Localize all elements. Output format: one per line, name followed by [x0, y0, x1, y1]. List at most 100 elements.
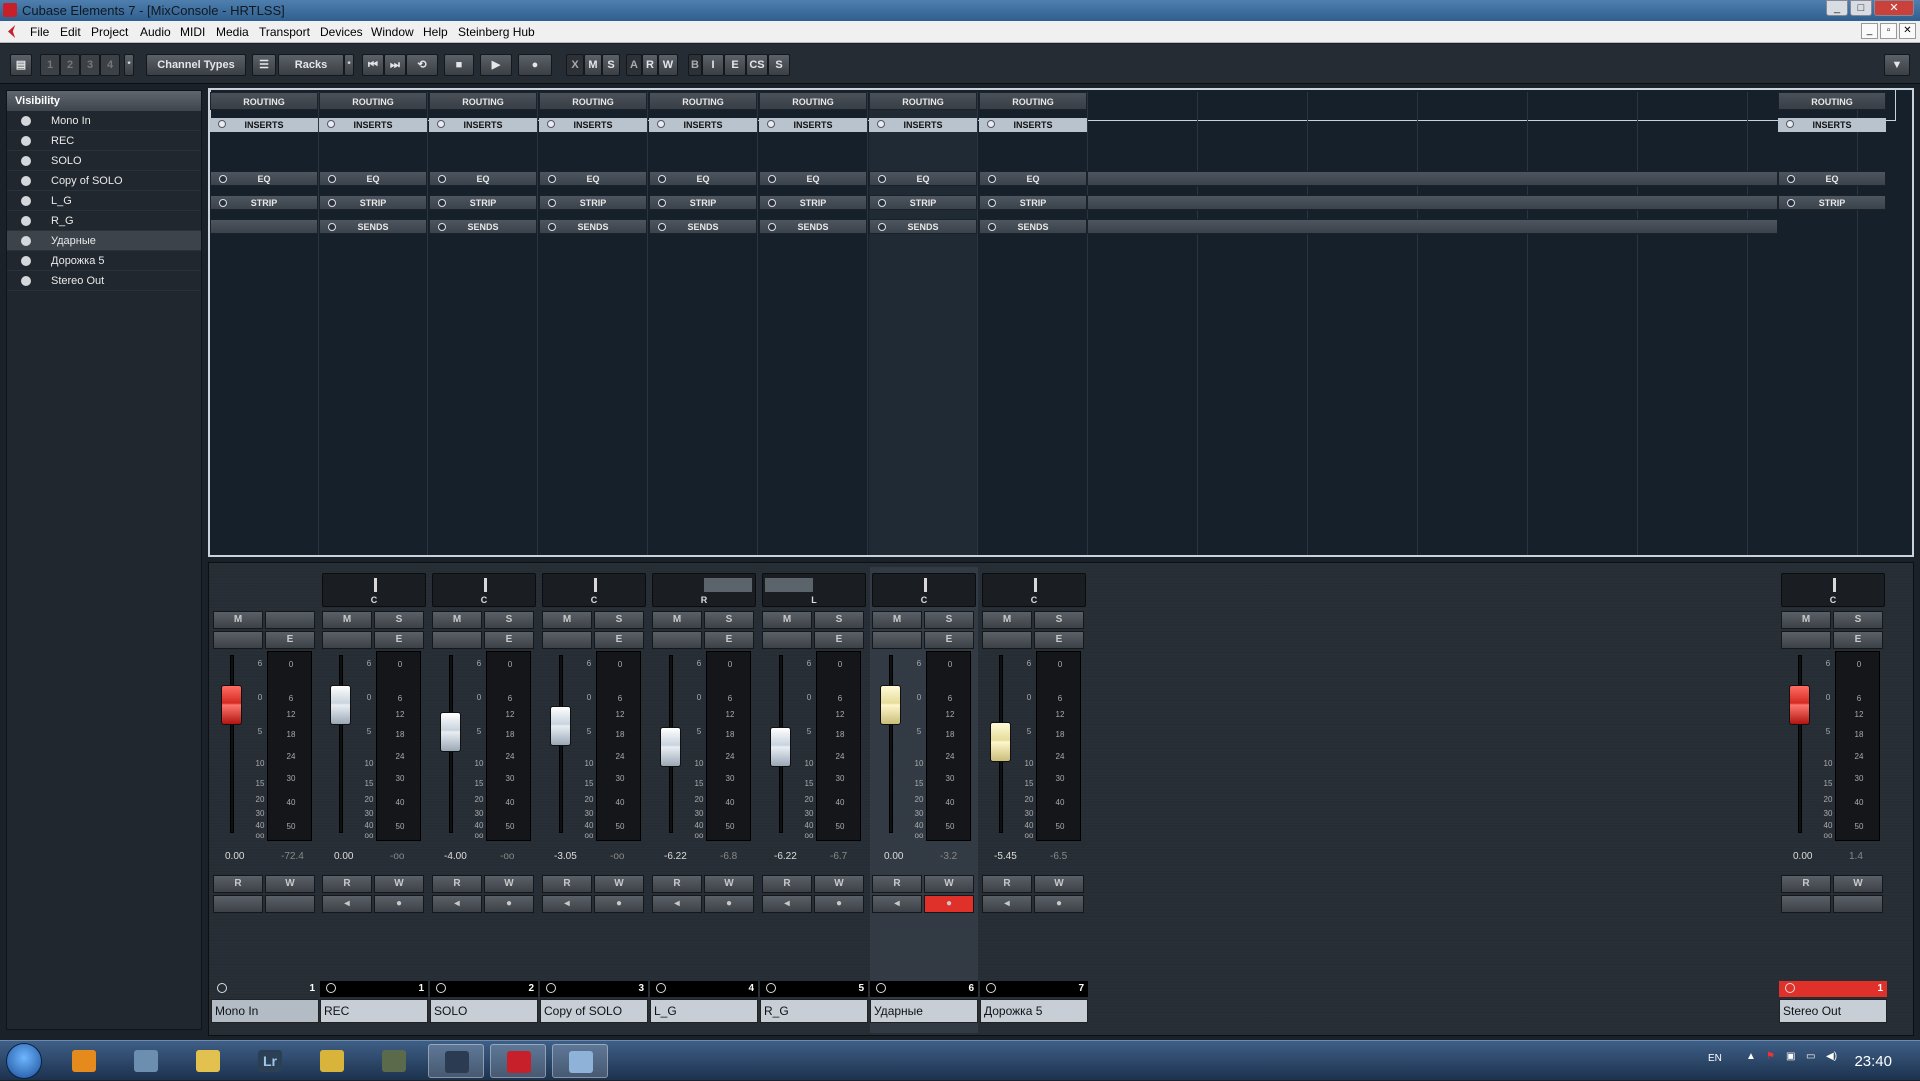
- eq-rack[interactable]: EQ: [979, 171, 1087, 186]
- eq-rack[interactable]: EQ: [319, 171, 427, 186]
- taskbar-chrome-icon[interactable]: [304, 1044, 360, 1078]
- record-enable-button[interactable]: ●: [594, 895, 644, 913]
- read-automation-button[interactable]: R: [1781, 875, 1831, 893]
- strip-bypass-icon[interactable]: [878, 199, 886, 207]
- edit-channel-button[interactable]: E: [704, 631, 754, 649]
- menu-window[interactable]: Window: [371, 25, 414, 39]
- write-automation-button[interactable]: W: [1833, 875, 1883, 893]
- edit-channel-button[interactable]: E: [265, 631, 315, 649]
- channel-number-bar[interactable]: 7: [980, 981, 1088, 997]
- inserts-bypass-icon[interactable]: [657, 120, 665, 128]
- solo-button[interactable]: S: [814, 611, 864, 629]
- volume-fader-handle[interactable]: [550, 705, 571, 746]
- edit-slot-button[interactable]: [432, 631, 482, 649]
- edit-channel-button[interactable]: E: [594, 631, 644, 649]
- read-automation-button[interactable]: R: [652, 875, 702, 893]
- routing-rack[interactable]: ROUTING: [319, 92, 427, 110]
- edit-slot-button[interactable]: [1781, 631, 1831, 649]
- routing-rack[interactable]: ROUTING: [869, 92, 977, 110]
- edit-slot-button[interactable]: [872, 631, 922, 649]
- menu-audio[interactable]: Audio: [140, 25, 171, 39]
- sends-bypass-icon[interactable]: [328, 223, 336, 231]
- inserts-rack[interactable]: INSERTS: [869, 118, 977, 132]
- global-write-button[interactable]: W: [658, 54, 678, 76]
- solo-button[interactable]: S: [484, 611, 534, 629]
- eq-rack[interactable]: EQ: [869, 171, 977, 186]
- mute-button[interactable]: M: [872, 611, 922, 629]
- listen-button[interactable]: ◂: [762, 895, 812, 913]
- stop-icon[interactable]: ■: [444, 54, 474, 76]
- visibility-item[interactable]: Ударные: [7, 231, 201, 251]
- tray-volume-icon[interactable]: ◀): [1826, 1051, 1837, 1062]
- sends-rack[interactable]: SENDS: [979, 219, 1087, 234]
- goto-start-icon[interactable]: ⏮: [362, 54, 384, 76]
- solo-button[interactable]: S: [704, 611, 754, 629]
- record-enable-button[interactable]: [1833, 895, 1883, 913]
- inserts-bypass-icon[interactable]: [767, 120, 775, 128]
- inserts-rack[interactable]: INSERTS: [539, 118, 647, 132]
- solo-button[interactable]: S: [594, 611, 644, 629]
- channel-number-bar[interactable]: 1: [211, 981, 319, 997]
- inserts-bypass-icon[interactable]: [547, 120, 555, 128]
- strip-rack[interactable]: STRIP: [539, 195, 647, 210]
- bypass-sends-button[interactable]: S: [768, 54, 790, 76]
- peak-value[interactable]: -3.2: [940, 851, 957, 862]
- channel-name[interactable]: Ударные: [870, 999, 978, 1023]
- record-enable-button[interactable]: ●: [704, 895, 754, 913]
- record-enable-button[interactable]: ●: [814, 895, 864, 913]
- channel-name[interactable]: L_G: [650, 999, 758, 1023]
- page-star-button[interactable]: *: [124, 54, 134, 76]
- minimize-button[interactable]: _: [1826, 0, 1848, 16]
- write-automation-button[interactable]: W: [1034, 875, 1084, 893]
- strip-rack[interactable]: STRIP: [319, 195, 427, 210]
- taskbar-computer-icon[interactable]: [118, 1044, 174, 1078]
- peak-value[interactable]: -oo: [390, 851, 404, 862]
- record-icon[interactable]: ●: [518, 54, 552, 76]
- visibility-item[interactable]: SOLO: [7, 151, 201, 171]
- bypass-inserts-button[interactable]: I: [702, 54, 724, 76]
- strip-bypass-icon[interactable]: [988, 199, 996, 207]
- volume-fader-handle[interactable]: [221, 685, 242, 725]
- inserts-bypass-icon[interactable]: [327, 120, 335, 128]
- sends-bypass-icon[interactable]: [438, 223, 446, 231]
- visibility-toggle-icon[interactable]: [21, 236, 31, 246]
- solo-button[interactable]: S: [374, 611, 424, 629]
- inserts-bypass-icon[interactable]: [877, 120, 885, 128]
- strip-bypass-icon[interactable]: [658, 199, 666, 207]
- volume-value[interactable]: -3.05: [554, 851, 577, 862]
- edit-channel-button[interactable]: E: [814, 631, 864, 649]
- pan-control[interactable]: C: [1781, 573, 1885, 607]
- inserts-bypass-icon[interactable]: [437, 120, 445, 128]
- edit-channel-button[interactable]: E: [484, 631, 534, 649]
- channel-number-bar[interactable]: 1: [320, 981, 428, 997]
- write-automation-button[interactable]: W: [924, 875, 974, 893]
- sends-rack[interactable]: SENDS: [539, 219, 647, 234]
- pan-control[interactable]: R: [652, 573, 756, 607]
- solo-button[interactable]: [265, 611, 315, 629]
- pan-control[interactable]: C: [432, 573, 536, 607]
- visibility-item[interactable]: REC: [7, 131, 201, 151]
- peak-value[interactable]: -6.8: [720, 851, 737, 862]
- mute-button[interactable]: M: [982, 611, 1032, 629]
- solo-button[interactable]: S: [1833, 611, 1883, 629]
- mute-button[interactable]: M: [762, 611, 812, 629]
- strip-rack[interactable]: STRIP: [649, 195, 757, 210]
- eq-rack[interactable]: EQ: [539, 171, 647, 186]
- bypass-b-button[interactable]: B: [688, 54, 702, 76]
- routing-rack[interactable]: ROUTING: [539, 92, 647, 110]
- global-read-button[interactable]: R: [642, 54, 658, 76]
- sends-rack[interactable]: SENDS: [759, 219, 867, 234]
- global-solo-button[interactable]: S: [602, 54, 620, 76]
- sends-bypass-icon[interactable]: [658, 223, 666, 231]
- visibility-toggle-icon[interactable]: [21, 196, 31, 206]
- volume-value[interactable]: 0.00: [225, 851, 244, 862]
- close-button[interactable]: ✕: [1874, 0, 1914, 16]
- language-indicator[interactable]: EN: [1708, 1053, 1722, 1064]
- strip-rack[interactable]: STRIP: [869, 195, 977, 210]
- channel-name[interactable]: R_G: [760, 999, 868, 1023]
- menu-devices[interactable]: Devices: [320, 25, 363, 39]
- mute-button[interactable]: M: [542, 611, 592, 629]
- eq-rack[interactable]: EQ: [649, 171, 757, 186]
- strip-bypass-icon[interactable]: [768, 199, 776, 207]
- inserts-rack[interactable]: INSERTS: [429, 118, 537, 132]
